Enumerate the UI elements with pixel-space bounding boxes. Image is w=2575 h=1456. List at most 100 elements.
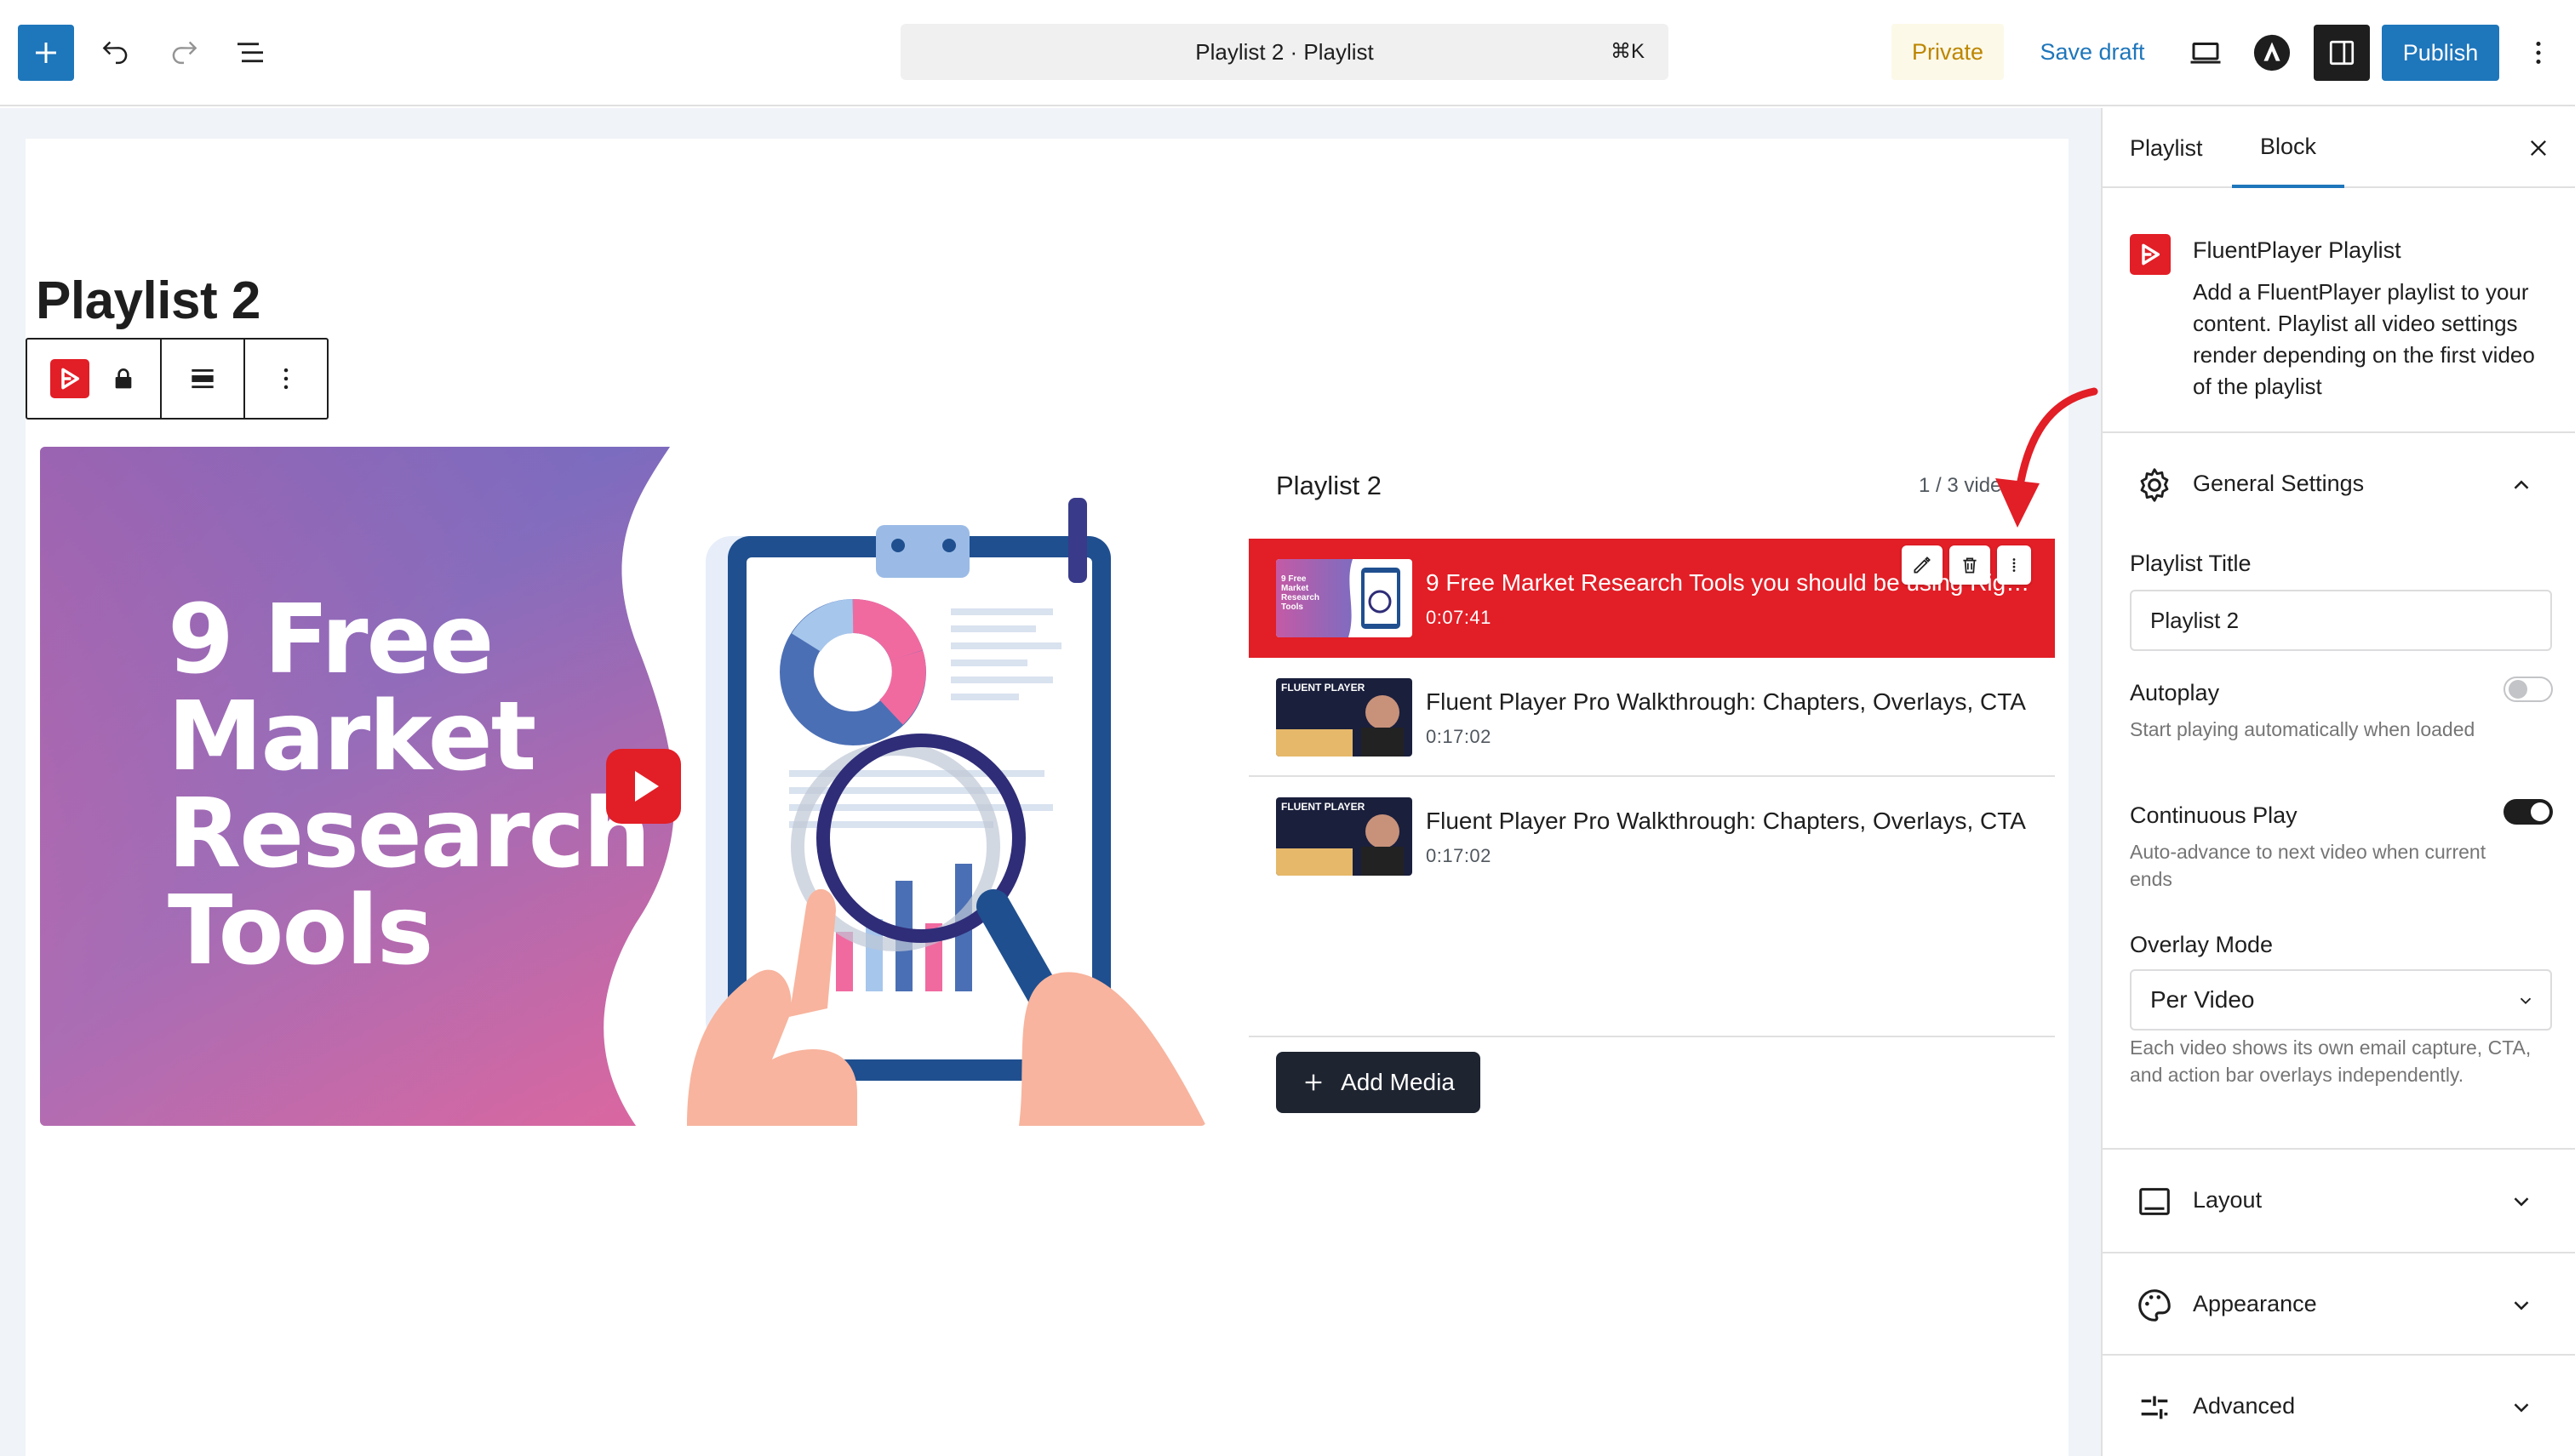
playlist-item-title: Fluent Player Pro Walkthrough: Chapters,… bbox=[1426, 688, 2026, 715]
continuous-play-toggle[interactable] bbox=[2503, 799, 2553, 825]
thumbnail-caption: 9 Free Market Research Tools bbox=[1281, 574, 1320, 612]
block-toolbar bbox=[26, 338, 329, 420]
undo-icon bbox=[102, 41, 128, 65]
tab-playlist[interactable]: Playlist bbox=[2130, 108, 2206, 188]
playlist-title-input[interactable]: Playlist 2 bbox=[2130, 590, 2552, 651]
block-card-title: FluentPlayer Playlist bbox=[2193, 237, 2401, 263]
playlist-item-active[interactable]: 9 Free Market Research Tools 9 Free Mark… bbox=[1249, 539, 2055, 658]
youtube-play-button[interactable] bbox=[606, 749, 681, 824]
add-media-label: Add Media bbox=[1341, 1069, 1455, 1095]
trash-icon bbox=[1963, 557, 1977, 574]
playlist-title-label: Playlist Title bbox=[2130, 551, 2252, 576]
overlay-mode-help: Each video shows its own email capture, … bbox=[2130, 1036, 2532, 1086]
block-options-button[interactable] bbox=[245, 340, 327, 418]
general-settings-title: General Settings bbox=[2193, 471, 2365, 496]
autoplay-label: Autoplay bbox=[2130, 680, 2220, 705]
chevron-down-icon bbox=[2514, 1403, 2529, 1413]
playlist-item[interactable]: FLUENT PLAYER Fluent Player Pro Walkthro… bbox=[1249, 658, 2055, 777]
close-sidebar-button[interactable] bbox=[2519, 128, 2558, 168]
thumbnail-caption: FLUENT PLAYER bbox=[1281, 801, 1365, 813]
redo-icon bbox=[172, 41, 197, 65]
delete-item-button[interactable] bbox=[1949, 545, 1990, 585]
appearance-panel-toggle[interactable]: Appearance bbox=[2103, 1253, 2575, 1356]
sidebar-tabs: Playlist Block bbox=[2103, 108, 2575, 188]
plus-icon bbox=[1305, 1074, 1322, 1091]
laptop-icon bbox=[2190, 43, 2221, 64]
add-block-button[interactable] bbox=[18, 25, 74, 81]
chevron-down-icon bbox=[2514, 1197, 2529, 1207]
publish-button[interactable]: Publish bbox=[2382, 25, 2499, 81]
lock-icon bbox=[115, 368, 132, 389]
edit-item-button[interactable] bbox=[1902, 545, 1943, 585]
private-status-button[interactable]: Private bbox=[1891, 24, 2004, 80]
command-palette-bar[interactable]: Playlist 2 · Playlist ⌘K bbox=[901, 24, 1668, 80]
add-media-button[interactable]: Add Media bbox=[1276, 1052, 1480, 1113]
align-center-icon bbox=[192, 368, 214, 389]
lock-button[interactable] bbox=[110, 365, 137, 392]
playlist-item-thumbnail: FLUENT PLAYER bbox=[1276, 797, 1412, 876]
fluentplayer-logo-icon bbox=[61, 368, 80, 390]
continuous-play-help: Auto-advance to next video when current … bbox=[2130, 841, 2486, 890]
settings-sidebar: Playlist Block FluentPlayer Playlist Add… bbox=[2101, 108, 2575, 1456]
close-icon bbox=[2531, 140, 2546, 156]
drag-handle-icon bbox=[2012, 558, 2016, 572]
fluentplayer-block-icon[interactable] bbox=[50, 359, 89, 398]
continuous-play-label: Continuous Play bbox=[2130, 802, 2297, 828]
document-overview-button[interactable] bbox=[228, 31, 272, 75]
appearance-panel-title: Appearance bbox=[2193, 1291, 2317, 1316]
align-button[interactable] bbox=[162, 340, 245, 418]
fluentplayer-logo-icon bbox=[2142, 243, 2160, 266]
advanced-panel-title: Advanced bbox=[2193, 1393, 2296, 1419]
playlist-item-duration: 0:17:02 bbox=[1426, 845, 1491, 866]
plus-icon bbox=[36, 43, 56, 63]
preview-button[interactable] bbox=[2183, 31, 2228, 75]
annotation-arrow-icon bbox=[1995, 387, 2098, 528]
save-draft-button[interactable]: Save draft bbox=[2024, 24, 2160, 80]
block-card: FluentPlayer Playlist Add a FluentPlayer… bbox=[2103, 188, 2575, 433]
advanced-panel-toggle[interactable]: Advanced bbox=[2103, 1356, 2575, 1456]
options-menu-button[interactable] bbox=[2516, 31, 2561, 75]
sidebar-icon bbox=[2329, 40, 2355, 66]
block-type-group bbox=[27, 340, 162, 418]
layout-icon bbox=[2139, 1188, 2170, 1215]
palette-icon bbox=[2138, 1289, 2171, 1322]
page-title[interactable]: Playlist 2 bbox=[36, 271, 260, 331]
astra-settings-button[interactable] bbox=[2250, 31, 2294, 75]
chevron-down-icon bbox=[2514, 1301, 2529, 1310]
playlist-item-duration: 0:17:02 bbox=[1426, 726, 1491, 747]
gear-icon bbox=[2140, 468, 2169, 502]
chevron-down-icon bbox=[2520, 997, 2532, 1005]
list-view-icon bbox=[237, 43, 263, 63]
more-vertical-icon bbox=[283, 368, 289, 390]
playlist-item-thumbnail: FLUENT PLAYER bbox=[1276, 678, 1412, 757]
layout-panel-toggle[interactable]: Layout bbox=[2103, 1150, 2575, 1252]
settings-sidebar-toggle[interactable] bbox=[2314, 25, 2370, 81]
item-actions bbox=[1902, 545, 2031, 585]
undo-button[interactable] bbox=[94, 31, 138, 75]
thumbnail-title: 9 Free Market Research Tools bbox=[168, 585, 651, 986]
playlist-item-title: Fluent Player Pro Walkthrough: Chapters,… bbox=[1426, 808, 2026, 834]
playlist-item[interactable]: FLUENT PLAYER Fluent Player Pro Walkthro… bbox=[1249, 777, 2055, 896]
astra-logo-icon bbox=[2253, 34, 2291, 71]
play-icon bbox=[606, 749, 681, 824]
playlist-item-duration: 0:07:41 bbox=[1426, 607, 1491, 628]
document-title: Playlist 2 · Playlist bbox=[1195, 38, 1374, 65]
chevron-up-icon bbox=[2514, 480, 2529, 489]
overlay-mode-select[interactable]: Per Video bbox=[2130, 969, 2552, 1031]
playlist-header-title: Playlist 2 bbox=[1276, 471, 1382, 500]
command-shortcut: ⌘K bbox=[1610, 40, 1645, 63]
tab-block[interactable]: Block bbox=[2232, 108, 2344, 188]
general-settings-panel-toggle[interactable]: General Settings bbox=[2103, 433, 2575, 535]
editor-top-bar: Playlist 2 · Playlist ⌘K Private Save dr… bbox=[0, 0, 2575, 106]
autoplay-toggle[interactable] bbox=[2503, 677, 2553, 702]
playlist-item-thumbnail: 9 Free Market Research Tools bbox=[1276, 559, 1412, 637]
redo-button[interactable] bbox=[162, 31, 206, 75]
video-player-thumbnail[interactable]: 9 Free Market Research Tools bbox=[40, 447, 1206, 1126]
sliders-icon bbox=[2141, 1396, 2168, 1419]
autoplay-help: Start playing automatically when loaded bbox=[2130, 718, 2475, 740]
overlay-mode-label: Overlay Mode bbox=[2130, 932, 2274, 957]
fluentplayer-block-icon bbox=[2130, 234, 2171, 275]
pencil-icon bbox=[1914, 557, 1931, 574]
drag-handle[interactable] bbox=[1997, 545, 2031, 585]
thumbnail-caption: FLUENT PLAYER bbox=[1281, 682, 1365, 694]
